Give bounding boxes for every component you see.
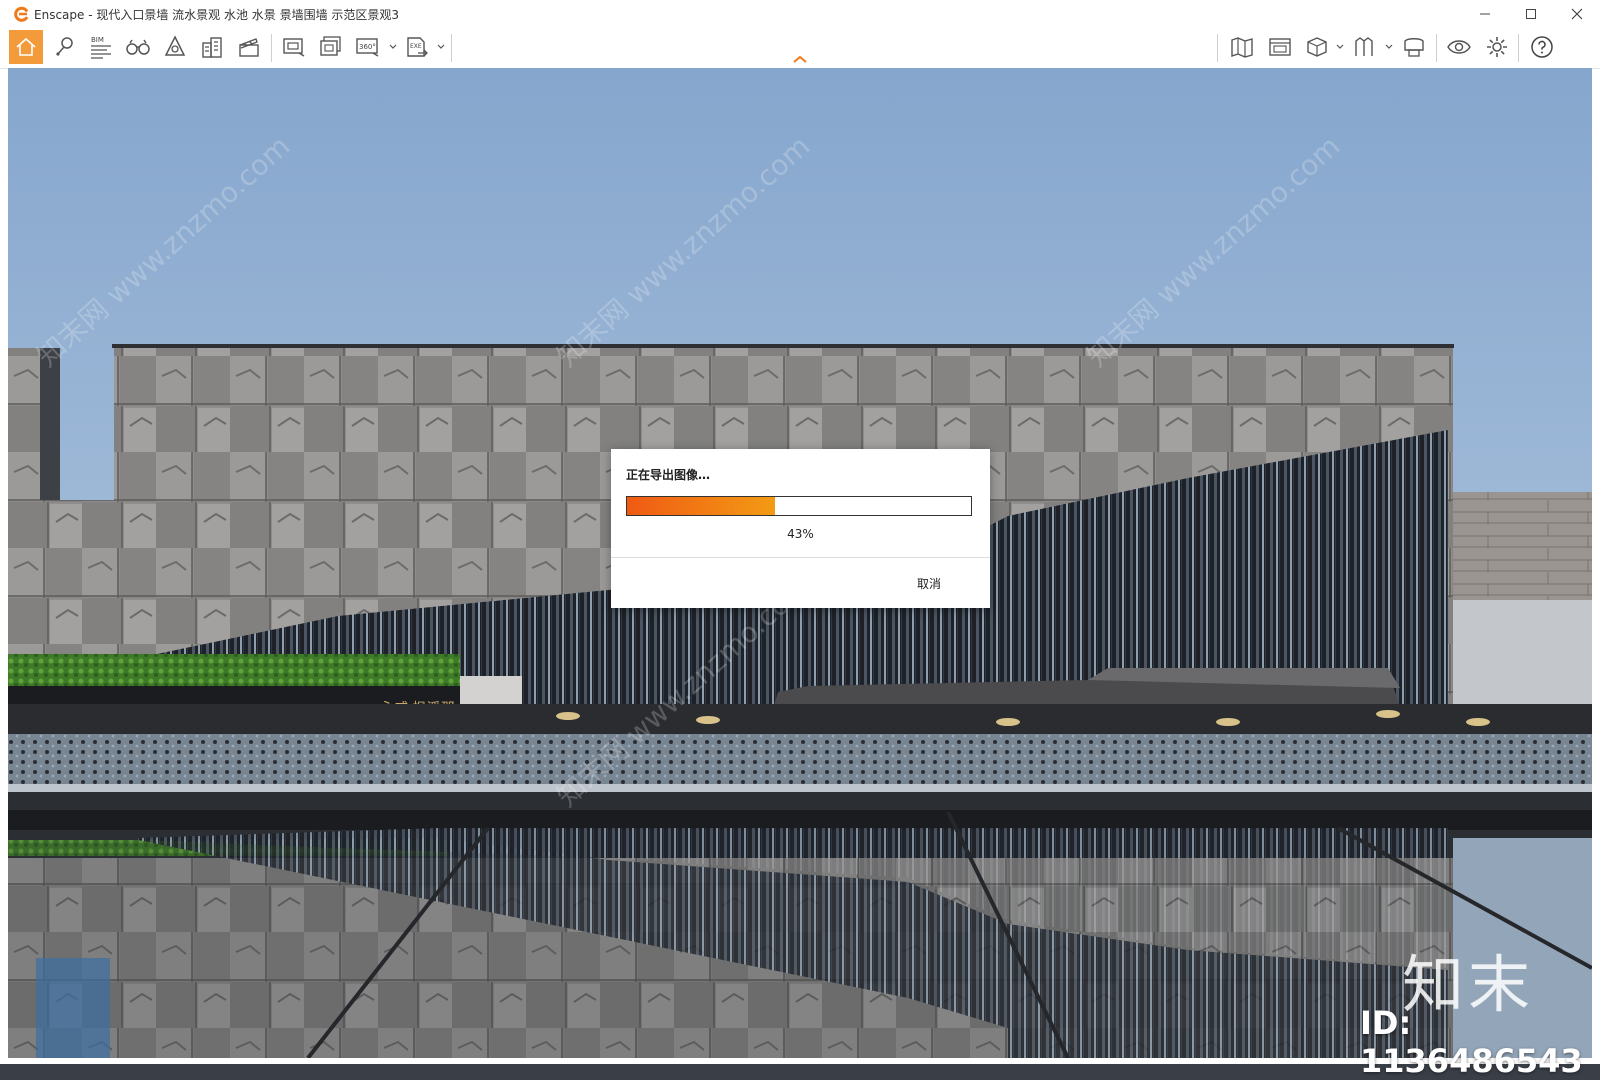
dialog-divider (611, 557, 990, 558)
screenshot-button[interactable] (277, 30, 311, 64)
svg-text:360°: 360° (359, 43, 376, 51)
cube-view-button[interactable] (1300, 30, 1334, 64)
window-title: Enscape - 现代入口景墙 流水景观 水池 水景 景墙围墙 示范区景观3 (34, 8, 400, 22)
toolbar-separator (451, 34, 452, 62)
minimize-icon (1480, 13, 1490, 15)
asset-library-button[interactable] (1348, 30, 1382, 64)
toolbar-separator (1518, 34, 1519, 62)
buildings-button[interactable] (195, 30, 229, 64)
general-settings-button[interactable] (1480, 30, 1514, 64)
bim-icon: BIM (91, 36, 111, 59)
asset-dropdown-chevron-icon[interactable] (1385, 43, 1393, 51)
image-id-label: ID: 1136486543 (1360, 1004, 1583, 1080)
map-button[interactable] (1225, 30, 1259, 64)
panorama-dropdown-chevron-icon[interactable] (389, 43, 397, 51)
cube-dropdown-chevron-icon[interactable] (1336, 43, 1344, 51)
progress-fill (627, 497, 775, 515)
collapse-toolbar-chevron-icon[interactable] (792, 54, 808, 64)
close-icon (1571, 8, 1583, 20)
export-dropdown-chevron-icon[interactable] (437, 43, 445, 51)
help-button[interactable] (1525, 30, 1559, 64)
eye-icon (1447, 40, 1471, 54)
video-editor-button[interactable] (232, 30, 266, 64)
vr-headset-button[interactable] (1397, 30, 1431, 64)
screenshot-icon (283, 38, 305, 57)
cancel-button[interactable]: 取消 (917, 575, 941, 592)
export-icon: EXE (407, 37, 428, 57)
location-button[interactable] (47, 30, 81, 64)
maximize-button[interactable] (1508, 0, 1554, 28)
clapperboard-icon (239, 38, 259, 57)
location-pin-icon (56, 37, 73, 56)
visual-settings-button[interactable] (1442, 30, 1476, 64)
enscape-logo-icon (14, 6, 29, 22)
title-bar: Enscape - 现代入口景墙 流水景观 水池 水景 景墙围墙 示范区景观3 (0, 0, 1600, 28)
progress-percent: 43% (787, 527, 814, 541)
vr-headset-icon (1404, 38, 1424, 57)
batch-render-button[interactable] (314, 30, 348, 64)
dialog-title: 正在导出图像… (626, 468, 711, 482)
toolbar-separator (1436, 34, 1437, 62)
close-button[interactable] (1554, 0, 1600, 28)
home-button[interactable] (9, 30, 43, 64)
map-icon (1231, 37, 1253, 58)
export-progress-dialog: 正在导出图像… 43% 取消 (611, 449, 990, 608)
export-progress-bar (626, 496, 972, 516)
toolbar-separator (271, 34, 272, 62)
cube-icon (1307, 37, 1327, 57)
svg-text:BIM: BIM (91, 36, 104, 44)
svg-text:EXE: EXE (410, 43, 422, 50)
help-icon (1531, 36, 1553, 58)
enscape-window: Enscape - 现代入口景墙 流水景观 水池 水景 景墙围墙 示范区景观3 … (0, 0, 1600, 1080)
panorama-button[interactable]: 360° (351, 30, 385, 64)
safe-frame-icon (164, 35, 186, 56)
view-manager-icon (1269, 38, 1291, 56)
walk-mode-button[interactable] (121, 30, 155, 64)
batch-render-icon (320, 36, 341, 56)
settings-icon (1487, 37, 1507, 57)
export-button[interactable]: EXE (400, 30, 434, 64)
bim-button[interactable]: BIM (84, 30, 118, 64)
minimize-button[interactable] (1462, 0, 1508, 28)
view-management-button[interactable] (1263, 30, 1297, 64)
maximize-icon (1526, 9, 1536, 19)
home-icon (16, 37, 36, 56)
building-icon (202, 37, 222, 58)
toolbar-separator (1217, 34, 1218, 62)
asset-library-icon (1355, 37, 1373, 56)
binoculars-icon (126, 39, 150, 55)
panorama-360-icon: 360° (356, 38, 379, 57)
safe-frame-button[interactable] (158, 30, 192, 64)
